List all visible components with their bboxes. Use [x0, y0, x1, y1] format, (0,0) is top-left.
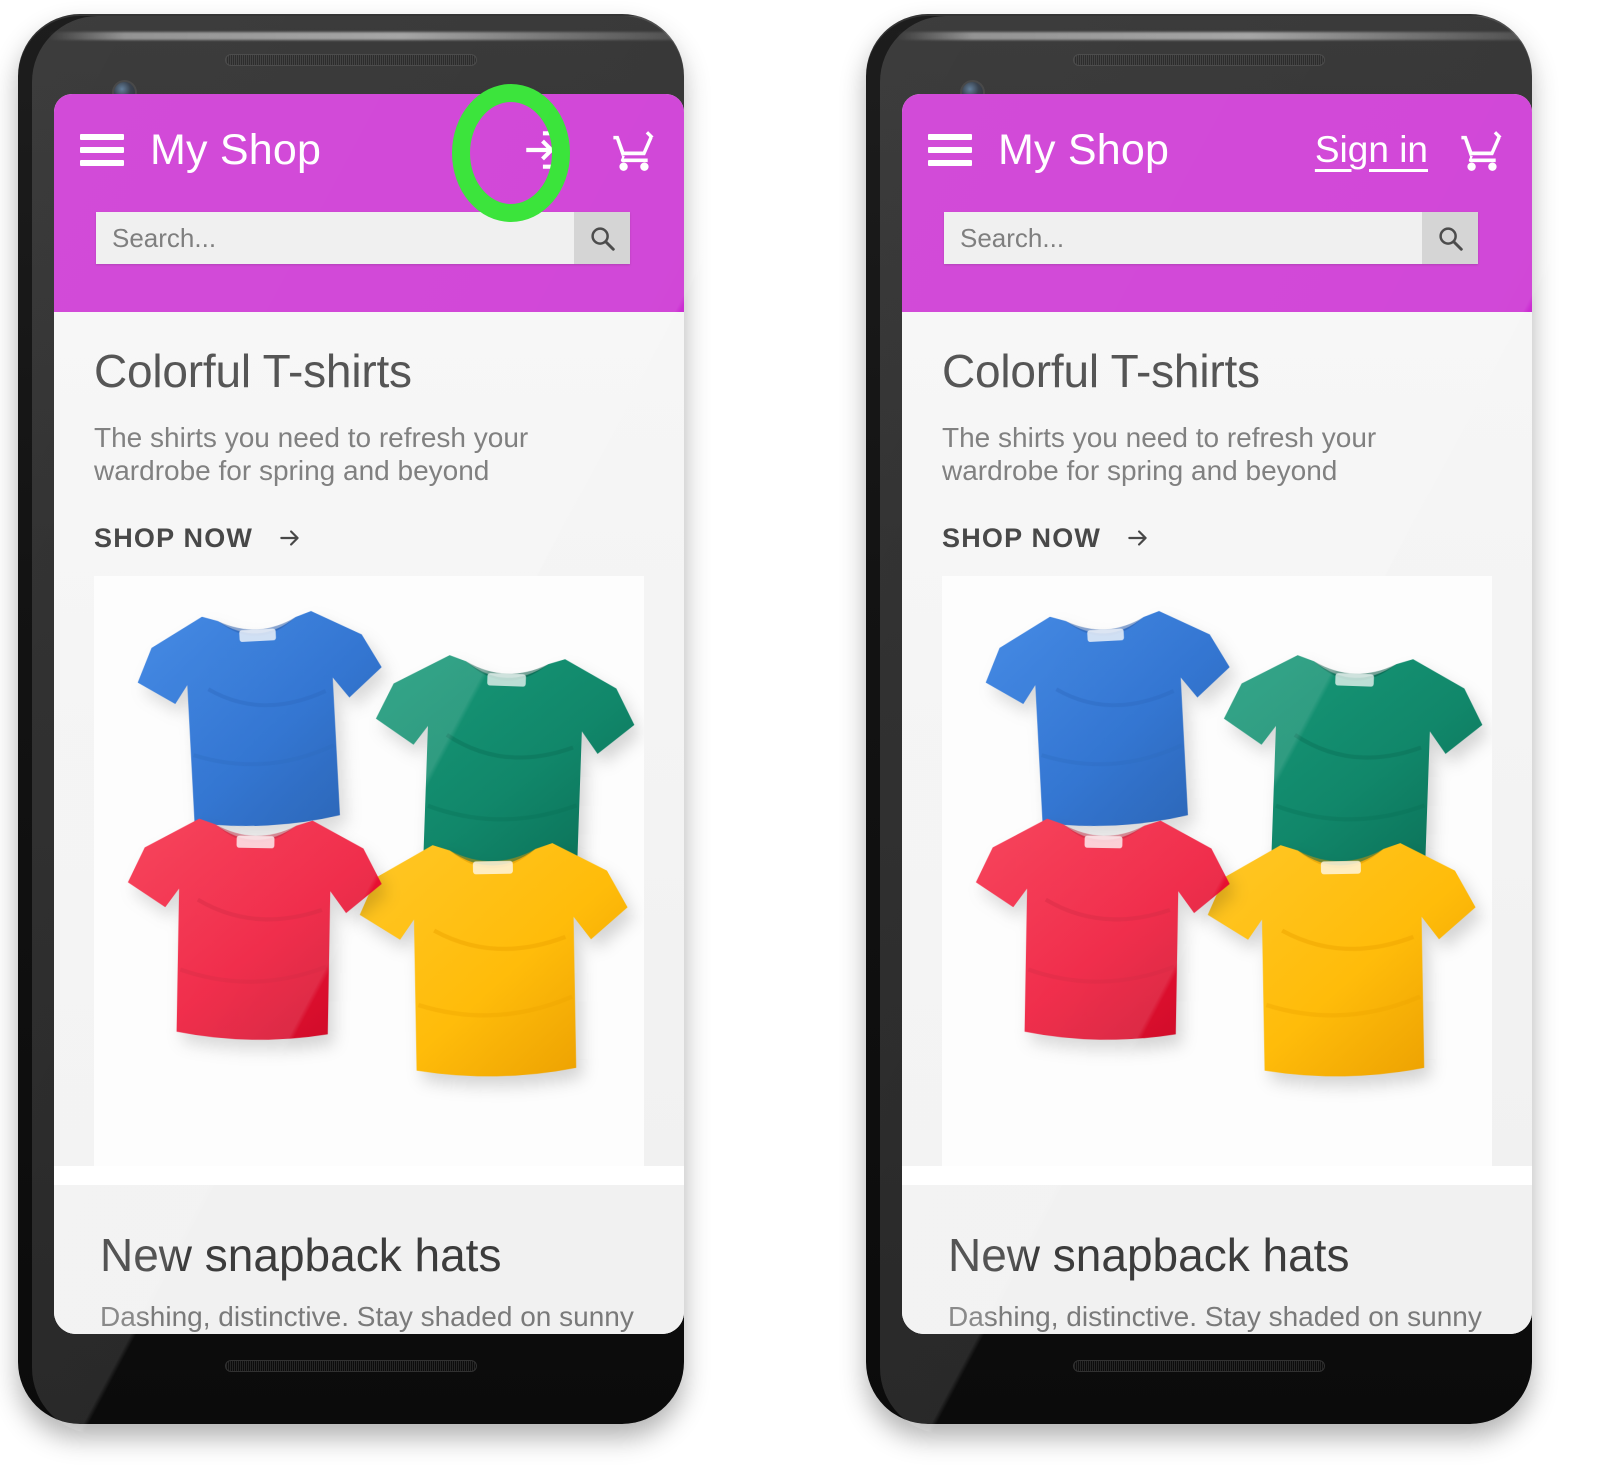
hero-image-tshirts: [94, 575, 644, 1176]
earpiece-speaker-grille: [225, 54, 477, 66]
earpiece-speaker-grille: [1073, 54, 1325, 66]
shopping-cart-icon: [1461, 131, 1502, 171]
second-section-card: New snapback hats Dashing, distinctive. …: [902, 1184, 1532, 1334]
search-submit-button[interactable]: [1422, 212, 1478, 264]
hero-card: Colorful T-shirts The shirts you need to…: [54, 312, 684, 1176]
search-input[interactable]: [96, 212, 574, 264]
search-bar[interactable]: [944, 212, 1478, 264]
bottom-speaker-grille: [1073, 1360, 1325, 1372]
shop-now-label: SHOP NOW: [94, 522, 254, 553]
app-bar: My Shop: [54, 94, 684, 312]
phone-screen: My Shop Sign in Search... Colorful T-shi…: [902, 94, 1532, 1334]
phone-glass-highlight: [48, 32, 690, 40]
search-input[interactable]: [944, 212, 1422, 264]
hamburger-menu-icon[interactable]: [80, 134, 124, 166]
hero-card: Colorful T-shirts The shirts you need to…: [902, 312, 1532, 1176]
phone-device-icon-variant: My Shop Search... Colorful T-shirts The …: [0, 8, 706, 1448]
search-icon: [1439, 227, 1463, 251]
search-icon: [591, 227, 615, 251]
tshirt-red: [117, 791, 392, 1066]
sign-in-label: Sign in: [1314, 129, 1428, 170]
search-submit-button[interactable]: [574, 212, 630, 264]
hamburger-menu-icon[interactable]: [928, 134, 972, 166]
bottom-speaker-grille: [225, 1360, 477, 1372]
shop-now-button[interactable]: SHOP NOW: [94, 523, 307, 554]
login-button[interactable]: [510, 120, 580, 180]
second-section-card: New snapback hats Dashing, distinctive. …: [54, 1184, 684, 1334]
app-bar: My Shop Sign in: [902, 94, 1532, 312]
page-title: My Shop: [150, 125, 322, 174]
hero-subtitle: The shirts you need to refresh your ward…: [942, 421, 1377, 486]
hero-subtitle: The shirts you need to refresh your ward…: [94, 421, 529, 486]
cart-button[interactable]: [1454, 122, 1510, 178]
phone-body: My Shop Sign in Search... Colorful T-shi…: [866, 14, 1554, 1434]
section-divider: [54, 1166, 684, 1184]
section-divider: [902, 1166, 1532, 1184]
second-section-subtitle: Dashing, distinctive. Stay shaded on sun…: [100, 1301, 634, 1333]
hero-title: Colorful T-shirts: [94, 345, 412, 397]
tshirt-yellow: [350, 819, 640, 1099]
phone-glass-highlight: [896, 32, 1538, 40]
page-title: My Shop: [998, 125, 1170, 174]
hero-image-tshirts: [942, 575, 1492, 1176]
comparison-stage: My Shop Search... Colorful T-shirts The …: [0, 0, 1600, 1473]
shopping-cart-icon: [613, 131, 654, 171]
phone-screen: My Shop Search... Colorful T-shirts The …: [54, 94, 684, 1334]
second-section-title: New snapback hats: [948, 1229, 1350, 1281]
arrow-right-icon: [1128, 530, 1147, 546]
cart-button[interactable]: [606, 122, 662, 178]
phone-device-text-variant: My Shop Sign in Search... Colorful T-shi…: [848, 8, 1554, 1448]
phone-body: My Shop Search... Colorful T-shirts The …: [18, 14, 706, 1434]
page-content: Colorful T-shirts The shirts you need to…: [902, 312, 1532, 1334]
login-arrow-icon: [526, 131, 564, 169]
tshirt-red: [965, 791, 1240, 1066]
page-content: Colorful T-shirts The shirts you need to…: [54, 312, 684, 1334]
hero-title: Colorful T-shirts: [942, 345, 1260, 397]
second-section-title: New snapback hats: [100, 1229, 502, 1281]
search-bar[interactable]: [96, 212, 630, 264]
shop-now-label: SHOP NOW: [942, 522, 1102, 553]
second-section-subtitle: Dashing, distinctive. Stay shaded on sun…: [948, 1301, 1482, 1333]
shop-now-button[interactable]: SHOP NOW: [942, 523, 1155, 554]
tshirt-yellow: [1198, 819, 1488, 1099]
sign-in-link[interactable]: Sign in: [1315, 120, 1428, 180]
arrow-right-icon: [280, 530, 299, 546]
